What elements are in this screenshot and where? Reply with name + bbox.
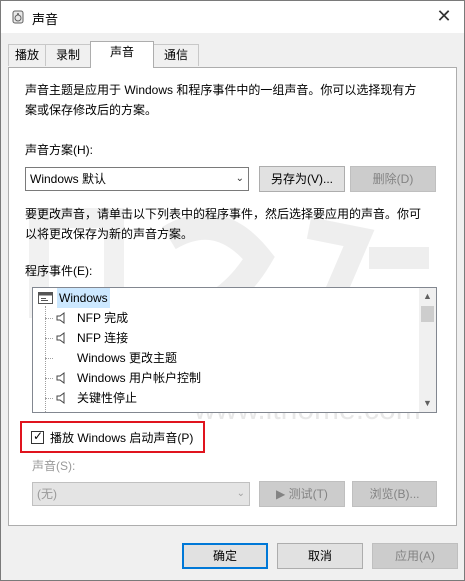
sound-label: 声音(S):: [32, 459, 76, 473]
sound-select[interactable]: (无) ⌄: [32, 482, 250, 506]
chevron-down-icon: ⌄: [236, 488, 245, 499]
scheme-select[interactable]: Windows 默认 ⌄: [25, 167, 249, 191]
program-events-list[interactable]: Windows NFP 完成 NFP 连接 Windows 更改主题 Windo…: [32, 287, 437, 413]
startup-sound-checkbox[interactable]: ✓: [31, 429, 44, 444]
scroll-down-icon[interactable]: ▼: [419, 395, 436, 412]
speaker-icon: [56, 312, 65, 324]
instructions-line2: 以将更改保存为新的声音方案。: [25, 227, 194, 241]
list-item-label: 关键性停止: [77, 391, 138, 405]
list-item[interactable]: NFP 连接: [33, 328, 423, 348]
list-item[interactable]: Windows 用户帐户控制: [33, 368, 423, 388]
list-item-label: Windows 用户帐户控制: [77, 371, 202, 385]
startup-sound-label[interactable]: 播放 Windows 启动声音(P): [50, 428, 193, 448]
tab-label: 录制: [55, 48, 80, 62]
tree-branch: [45, 318, 53, 319]
list-item-label: NFP 完成: [77, 311, 129, 325]
list-item-label: Windows: [57, 288, 110, 308]
speaker-icon: [56, 392, 65, 404]
tree-branch: [45, 338, 53, 339]
tab-communications[interactable]: 通信: [153, 44, 199, 66]
scheme-label: 声音方案(H):: [25, 143, 93, 157]
instructions-line1: 要更改声音，请单击以下列表中的程序事件，然后选择要应用的声音。你可: [25, 207, 422, 221]
save-as-button[interactable]: 另存为(V)...: [259, 166, 345, 192]
sounds-panel: www.ithome.com 声音主题是应用于 Windows 和程序事件中的一…: [8, 67, 457, 526]
close-icon: ✕: [436, 6, 452, 26]
events-scrollbar[interactable]: ▲ ▼: [419, 288, 436, 412]
title-bar: 声音 ✕: [1, 1, 464, 33]
checkmark-icon: ✓: [33, 429, 44, 443]
list-item[interactable]: Windows: [33, 288, 423, 308]
delete-button[interactable]: 删除(D): [350, 166, 436, 192]
tab-label: 播放: [14, 48, 39, 62]
speaker-icon: [56, 332, 65, 344]
tab-label: 通信: [163, 48, 188, 62]
scroll-thumb[interactable]: [421, 306, 434, 322]
list-item[interactable]: Windows 更改主题: [33, 348, 423, 368]
list-item[interactable]: NFP 完成: [33, 308, 423, 328]
tab-recording[interactable]: 录制: [45, 44, 91, 66]
tree-branch: [45, 378, 53, 379]
tree-branch: [45, 398, 53, 399]
cancel-button[interactable]: 取消: [277, 543, 363, 569]
window-title: 声音: [32, 12, 59, 27]
tab-sounds[interactable]: 声音: [90, 41, 154, 68]
sound-value: (无): [37, 487, 57, 501]
close-button[interactable]: ✕: [430, 5, 458, 29]
tab-playback[interactable]: 播放: [8, 44, 46, 66]
list-item-label: Windows 更改主题: [77, 351, 178, 365]
browse-button[interactable]: 浏览(B)...: [352, 481, 437, 507]
sound-dialog: 声音 ✕ 播放 录制 声音 通信 www.ithome.com 声音主题是应用于…: [0, 0, 465, 581]
apply-button[interactable]: 应用(A): [372, 543, 458, 569]
ok-button[interactable]: 确定: [182, 543, 268, 569]
events-label: 程序事件(E):: [25, 264, 93, 278]
chevron-down-icon: ⌄: [235, 173, 244, 184]
tab-label: 声音: [109, 45, 134, 59]
window-icon: [38, 292, 53, 304]
speaker-icon: [56, 372, 65, 384]
tree-branch: [45, 358, 53, 359]
intro-text-line2: 案或保存修改后的方案。: [25, 103, 158, 117]
test-button[interactable]: ▶ 测试(T): [259, 481, 345, 507]
intro-text-line1: 声音主题是应用于 Windows 和程序事件中的一组声音。你可以选择现有方: [25, 83, 417, 97]
speaker-app-icon: [12, 10, 24, 24]
list-item[interactable]: 关键性停止: [33, 388, 423, 408]
scheme-value: Windows 默认: [30, 172, 107, 186]
scroll-up-icon[interactable]: ▲: [419, 288, 436, 305]
list-item-label: NFP 连接: [77, 331, 129, 345]
